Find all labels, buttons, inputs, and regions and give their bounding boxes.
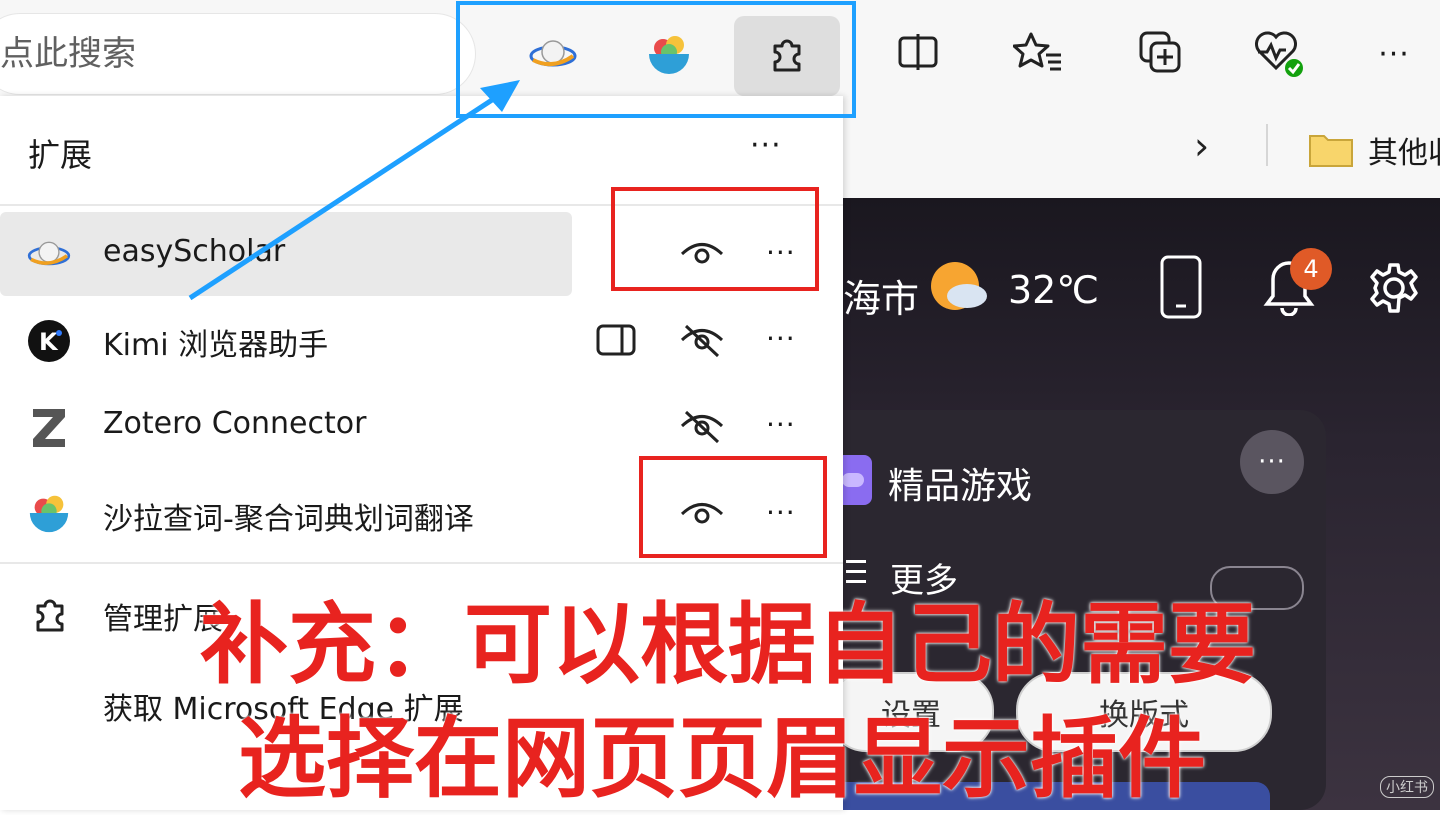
caption-line-1: 补充：可以根据自己的需要 xyxy=(200,593,1257,696)
annotation-red-box-1 xyxy=(611,187,819,291)
annotation-red-box-2 xyxy=(639,456,827,558)
caption-line-2: 选择在网页页眉显示插件 xyxy=(238,707,1207,810)
